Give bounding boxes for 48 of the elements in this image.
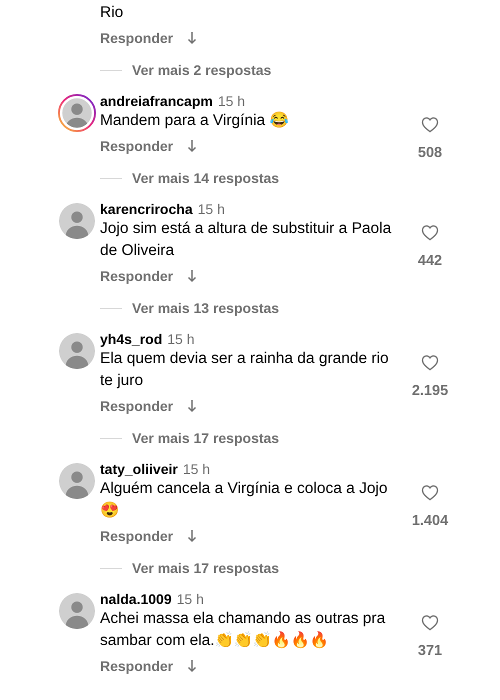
comment-text: Rio	[100, 3, 124, 23]
like-count: 371	[418, 643, 442, 659]
view-more-replies-link[interactable]: Ver mais 14 respostas	[132, 170, 280, 186]
view-more-replies-link[interactable]: Ver mais 2 respostas	[132, 62, 272, 78]
avatar-icon[interactable]	[58, 332, 96, 370]
heart-icon[interactable]	[421, 614, 439, 631]
down-arrow-icon[interactable]	[187, 31, 198, 45]
timestamp: 15 h	[198, 200, 225, 218]
heart-icon[interactable]	[421, 116, 439, 133]
like-count: 2.195	[412, 383, 448, 399]
heart-icon[interactable]	[421, 484, 439, 501]
down-arrow-icon[interactable]	[187, 139, 198, 153]
username[interactable]: karencrirocha	[100, 200, 193, 218]
down-arrow-icon[interactable]	[187, 529, 198, 543]
heart-icon[interactable]	[421, 354, 439, 371]
reply-link[interactable]: Responder	[100, 528, 174, 544]
reply-link[interactable]: Responder	[100, 138, 174, 154]
heart-icon[interactable]	[421, 224, 439, 241]
view-more-replies-link[interactable]: Ver mais 17 respostas	[132, 560, 280, 576]
down-arrow-icon[interactable]	[187, 659, 198, 673]
down-arrow-icon[interactable]	[187, 269, 198, 283]
reply-link[interactable]: Responder	[100, 658, 174, 674]
avatar-icon[interactable]	[58, 94, 96, 132]
comment-text: Achei massa ela chamando as outras pra sambar com ela.👏👏👏🔥🔥🔥	[100, 609, 386, 651]
down-arrow-icon[interactable]	[187, 399, 198, 413]
comment-text: Mandem para a Virgínia 😂	[100, 110, 290, 131]
avatar-icon[interactable]	[58, 592, 96, 630]
comment-text: Alguém cancela a Virgínia e coloca a Jojo 😍	[100, 479, 388, 521]
avatar-icon[interactable]	[58, 202, 96, 240]
comment-text: Jojo sim está a altura de substituir a Paola de Oliveira	[100, 219, 392, 261]
timestamp: 15 h	[218, 92, 246, 110]
like-count: 508	[418, 145, 442, 161]
username[interactable]: yh4s_rod	[100, 330, 162, 348]
reply-link[interactable]: Responder	[100, 268, 174, 284]
timestamp: 15 h	[176, 590, 204, 608]
username[interactable]: andreiafrancapm	[100, 92, 213, 110]
view-more-replies-link[interactable]: Ver mais 17 respostas	[132, 430, 280, 446]
reply-link[interactable]: Responder	[100, 30, 174, 46]
like-count: 1.404	[412, 513, 448, 529]
avatar-icon[interactable]	[58, 462, 96, 500]
comment-text: Ela quem devia ser a rainha da grande rio te juro	[100, 349, 390, 391]
like-count: 442	[418, 253, 442, 269]
timestamp: 15 h	[182, 460, 210, 478]
username[interactable]: nalda.1009	[100, 590, 172, 608]
timestamp: 15 h	[167, 330, 194, 348]
reply-link[interactable]: Responder	[100, 398, 174, 414]
view-more-replies-link[interactable]: Ver mais 13 respostas	[132, 300, 280, 316]
username[interactable]: taty_oliiveir	[100, 460, 178, 478]
